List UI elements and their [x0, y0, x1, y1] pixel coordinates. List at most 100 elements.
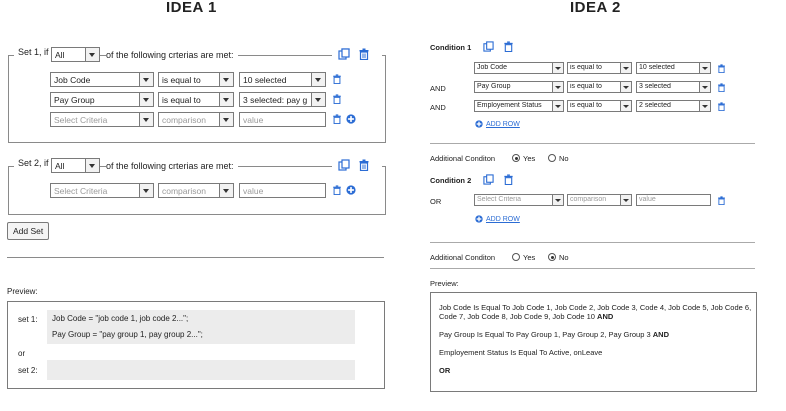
- set1-top-divider: [260, 55, 332, 56]
- chevron-down-icon: [620, 101, 631, 111]
- criteria-select[interactable]: Employement Status: [474, 100, 564, 112]
- value-select[interactable]: 2 selected: [636, 100, 711, 112]
- criteria-select[interactable]: Pay Group: [50, 92, 154, 107]
- criteria-select[interactable]: Job Code: [474, 62, 564, 74]
- trash-icon[interactable]: [332, 94, 342, 104]
- row-conjunction: OR: [430, 197, 442, 206]
- set1-prefix: Set 1, if: [18, 47, 49, 57]
- chevron-down-icon: [620, 195, 631, 205]
- value-select[interactable]: 3 selected: [636, 81, 711, 93]
- value-select[interactable]: 10 selected: [636, 62, 711, 74]
- chevron-down-icon: [139, 113, 153, 126]
- copy-icon[interactable]: [483, 41, 494, 52]
- chevron-down-icon: [552, 101, 563, 111]
- preview-line1: Job Code Is Equal To Job Code 1, Job Cod…: [439, 303, 752, 321]
- trash-icon[interactable]: [332, 114, 342, 124]
- copy-icon[interactable]: [338, 159, 350, 171]
- row-conjunction: AND: [430, 103, 446, 112]
- value-select[interactable]: 10 selected: [239, 72, 326, 87]
- add-row-link[interactable]: ADD ROW: [475, 120, 520, 128]
- chevron-down-icon: [311, 73, 325, 86]
- idea2-title: IDEA 2: [570, 0, 621, 16]
- preview-label: Preview:: [430, 279, 459, 288]
- comparison-select[interactable]: is equal to: [158, 92, 234, 107]
- radio-icon: [548, 253, 556, 261]
- add-circle-icon: [475, 120, 483, 128]
- preview-line3: Employement Status Is Equal To Active, o…: [439, 348, 603, 357]
- chevron-down-icon: [699, 101, 710, 111]
- additional-yes-radio[interactable]: Yes: [512, 154, 535, 163]
- additional-yes-radio[interactable]: Yes: [512, 253, 535, 262]
- chevron-down-icon: [620, 63, 631, 73]
- set2-suffix: of the following crterias are met:: [106, 161, 238, 171]
- set2-quantifier-select[interactable]: All: [51, 158, 100, 173]
- trash-icon[interactable]: [332, 185, 342, 195]
- chevron-down-icon: [699, 63, 710, 73]
- set1-legend: Set 1, if: [14, 47, 53, 57]
- copy-icon[interactable]: [338, 48, 350, 60]
- criteria-select[interactable]: Select Criteria: [474, 194, 564, 206]
- divider: [430, 268, 755, 269]
- additional-no-radio[interactable]: No: [548, 154, 569, 163]
- trash-icon[interactable]: [503, 174, 514, 185]
- chevron-down-icon: [699, 82, 710, 92]
- comparison-select[interactable]: comparison: [158, 112, 234, 127]
- chevron-down-icon: [552, 82, 563, 92]
- trash-icon[interactable]: [503, 41, 514, 52]
- chevron-down-icon: [311, 93, 325, 106]
- criteria-select[interactable]: Job Code: [50, 72, 154, 87]
- add-row-link[interactable]: ADD ROW: [475, 215, 520, 223]
- additional-no-radio[interactable]: No: [548, 253, 569, 262]
- copy-icon[interactable]: [483, 174, 494, 185]
- condition2-label: Condition 2: [430, 176, 472, 185]
- row-conjunction: AND: [430, 84, 446, 93]
- chevron-down-icon: [139, 184, 153, 197]
- divider: [7, 257, 384, 258]
- comparison-select[interactable]: is equal to: [567, 62, 632, 74]
- trash-icon[interactable]: [358, 48, 370, 60]
- chevron-down-icon: [219, 93, 233, 106]
- additional-condition-label: Additional Conditon: [430, 154, 496, 163]
- comparison-select[interactable]: is equal to: [567, 81, 632, 93]
- comparison-select[interactable]: comparison: [158, 183, 234, 198]
- chevron-down-icon: [552, 195, 563, 205]
- value-select[interactable]: 3 selected: pay g: [239, 92, 326, 107]
- add-set-button[interactable]: Add Set: [7, 222, 50, 240]
- set1-suffix: of the following crterias are met:: [106, 50, 238, 60]
- chevron-down-icon: [85, 48, 99, 61]
- preview-set1-line1: Job Code = "job code 1, job code 2...";: [52, 314, 189, 323]
- preview-or-label: OR: [439, 366, 451, 375]
- set1-quantifier-select[interactable]: All: [51, 47, 100, 62]
- chevron-down-icon: [552, 63, 563, 73]
- add-circle-icon[interactable]: [346, 114, 356, 124]
- additional-condition-label: Additional Conditon: [430, 253, 496, 262]
- criteria-select[interactable]: Pay Group: [474, 81, 564, 93]
- add-circle-icon[interactable]: [346, 185, 356, 195]
- preview-set1-label: set 1:: [18, 315, 38, 324]
- chevron-down-icon: [139, 73, 153, 86]
- trash-icon[interactable]: [332, 74, 342, 84]
- comparison-select[interactable]: is equal to: [567, 100, 632, 112]
- chevron-down-icon: [219, 113, 233, 126]
- set2-prefix: Set 2, if: [18, 158, 49, 168]
- value-input[interactable]: value: [239, 183, 326, 198]
- trash-icon[interactable]: [717, 83, 726, 92]
- comparison-select[interactable]: is equal to: [158, 72, 234, 87]
- chevron-down-icon: [219, 184, 233, 197]
- criteria-select[interactable]: Select Criteria: [50, 112, 154, 127]
- value-input[interactable]: value: [636, 194, 711, 206]
- trash-icon[interactable]: [717, 196, 726, 205]
- preview-set2-label: set 2:: [18, 366, 38, 375]
- add-circle-icon: [475, 215, 483, 223]
- preview-or-label: or: [18, 349, 26, 358]
- preview-set1-line2: Pay Group = "pay group 1, pay group 2...…: [52, 330, 203, 339]
- radio-icon: [548, 154, 556, 162]
- radio-icon: [512, 154, 520, 162]
- trash-icon[interactable]: [717, 102, 726, 111]
- idea1-title: IDEA 1: [166, 0, 217, 16]
- trash-icon[interactable]: [358, 159, 370, 171]
- value-input[interactable]: value: [239, 112, 326, 127]
- trash-icon[interactable]: [717, 64, 726, 73]
- comparison-select[interactable]: comparison: [567, 194, 632, 206]
- criteria-select[interactable]: Select Criteria: [50, 183, 154, 198]
